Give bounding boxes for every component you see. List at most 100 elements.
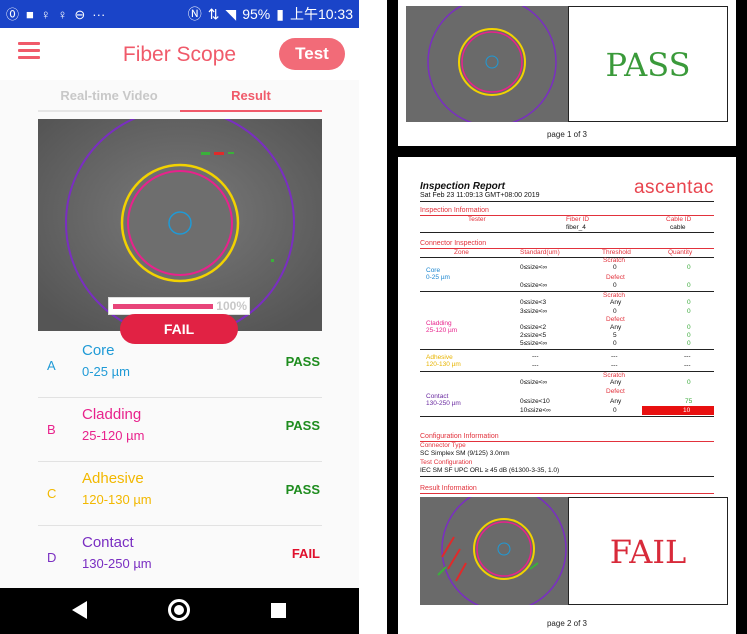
zone-row-contact[interactable]: D Contact 130-250 µm FAIL [38, 526, 322, 590]
contact-scratch-threshold: Any [610, 379, 622, 386]
zone-range: 120-130 µm [82, 492, 152, 507]
cladding-defect-qty-1: 0 [687, 324, 691, 331]
zone-status: PASS [285, 354, 320, 369]
quantity-header: Quantity [668, 249, 693, 256]
test-button[interactable]: Test [279, 38, 345, 70]
contact-zone-name: Contact [426, 393, 449, 400]
cladding-scratch-std-2: 3≤size<∞ [520, 308, 548, 315]
cladding-scratch-threshold-2: 0 [613, 308, 617, 315]
progress-label: 100% [216, 299, 247, 313]
adhesive-zone-range: 120-130 µm [426, 361, 461, 368]
cladding-scratch-std-1: 0≤size<3 [520, 299, 547, 306]
zone-range: 0-25 µm [82, 364, 130, 379]
battery-icon: ▮ [276, 5, 284, 22]
contact-defect-qty-1: 75 [685, 398, 693, 405]
cladding-defect-label: Defect [606, 316, 625, 323]
test-config-value: IEC SM SF UPC ORL ≥ 45 dB (61300-3-35, 1… [420, 467, 560, 474]
contact-scratch-std: 0≤size<∞ [520, 379, 548, 386]
recent-apps-icon[interactable] [271, 603, 286, 618]
contact-defect-threshold-2: 0 [613, 407, 617, 414]
core-scratch-threshold: 0 [613, 264, 617, 271]
page1-fiber-image [406, 6, 582, 122]
contact-defect-qty-2: 10 [683, 407, 691, 414]
test-config-label: Test Configuration [420, 459, 473, 466]
core-defect-std: 0≤size<∞ [520, 282, 548, 289]
tester-header: Tester [468, 216, 486, 223]
progress-bar: 100% [108, 297, 250, 315]
zone-header: Zone [454, 249, 469, 256]
cladding-defect-std-1: 0≤size<2 [520, 324, 547, 331]
battery-percent: 95% [242, 6, 271, 22]
cladding-defect-threshold-2: 5 [613, 332, 617, 339]
zone-letter: D [47, 550, 57, 565]
square-notification-icon: ■ [26, 6, 34, 22]
contact-defect-threshold-1: Any [610, 398, 622, 405]
zone-row-cladding[interactable]: B Cladding 25-120 µm PASS [38, 398, 322, 462]
wifi-icon: ⇅ [207, 5, 220, 22]
zone-letter: A [47, 358, 56, 373]
page2-number: page 2 of 3 [546, 619, 588, 628]
clock: 上午10:33 [289, 6, 353, 22]
cable-id-value: cable [670, 224, 686, 231]
cladding-defect-std-3: 5≤size<∞ [520, 340, 548, 347]
contact-zone-range: 130-250 µm [426, 400, 461, 407]
page2-fail-verdict: FAIL [568, 497, 728, 605]
report-page-1: PASS page 1 of 3 [398, 0, 736, 146]
zone-name: Core [82, 342, 115, 359]
zone-status: PASS [285, 482, 320, 497]
core-defect-threshold: 0 [613, 282, 617, 289]
cladding-defect-threshold-3: 0 [613, 340, 617, 347]
zone-name: Adhesive [82, 470, 144, 487]
core-scratch-std: 0≤size<∞ [520, 264, 548, 271]
adhesive-qty-2: --- [684, 362, 691, 369]
cladding-defect-qty-2: 0 [687, 332, 691, 339]
tab-result[interactable]: Result [180, 86, 322, 112]
zone-status: FAIL [291, 546, 320, 561]
cladding-scratch-qty-1: 0 [687, 299, 691, 306]
contact-defect-label: Defect [606, 388, 625, 395]
threshold-header: Threshold [602, 249, 631, 256]
do-not-disturb-icon: ⊖ [74, 6, 86, 22]
zone-range: 130-250 µm [82, 556, 152, 571]
zone-range: 25-120 µm [82, 428, 145, 443]
app-notification-icon: ⓪ [6, 6, 20, 22]
standard-header: Standard(um) [520, 249, 560, 256]
core-defect-label: Defect [606, 274, 625, 281]
report-date: Sat Feb 23 11:09:13 GMT+08:00 2019 [420, 192, 540, 199]
cladding-zone-range: 25-120 µm [426, 327, 458, 334]
cladding-defect-threshold-1: Any [610, 324, 622, 331]
back-icon[interactable] [72, 601, 87, 619]
cladding-zone-name: Cladding [426, 320, 452, 327]
home-icon[interactable] [168, 599, 190, 621]
report-viewer: PASS page 1 of 3 Inspection Report Sat F… [387, 0, 747, 634]
navigation-bar [0, 588, 359, 634]
tab-real-time-video[interactable]: Real-time Video [38, 86, 180, 112]
cladding-defect-qty-3: 0 [687, 340, 691, 347]
fiber-id-header: Fiber ID [566, 216, 590, 223]
adhesive-zone-name: Adhesive [426, 354, 453, 361]
more-icon: ··· [92, 6, 106, 22]
tab-bar: Real-time Video Result [38, 86, 322, 112]
core-scratch-qty: 0 [687, 264, 691, 271]
connector-type-value: SC Simplex SM (9/125) 3.0mm [420, 450, 510, 457]
zone-row-adhesive[interactable]: C Adhesive 120-130 µm PASS [38, 462, 322, 526]
report-title: Inspection Report [420, 181, 506, 192]
zone-letter: B [47, 422, 56, 437]
zone-name: Contact [82, 534, 134, 551]
contact-defect-std-1: 0≤size<10 [520, 398, 550, 405]
adhesive-qty-1: --- [684, 353, 691, 360]
fiber-id-value: fiber_4 [566, 224, 586, 231]
inspection-info-heading: Inspection Information [420, 207, 489, 214]
connector-inspection-heading: Connector Inspection [420, 240, 487, 247]
zone-row-core[interactable]: A Core 0-25 µm PASS [38, 334, 322, 398]
cladding-scratch-threshold-1: Any [610, 299, 622, 306]
status-bar: ⓪ ■ ♀ ♀ ⊖ ··· Ⓝ ⇅ ◥ 95% ▮ 上午10:33 [0, 0, 359, 28]
contact-scratch-label: Scratch [603, 372, 626, 379]
ascentac-logo: ascentac [633, 177, 714, 198]
report-page-2: Inspection Report Sat Feb 23 11:09:13 GM… [398, 157, 736, 634]
core-zone-name: Core [426, 267, 441, 274]
contact-defect-std-2: 10≤size<∞ [520, 407, 551, 414]
bulb-icon: ♀ [40, 6, 51, 22]
core-scratch-label: Scratch [603, 257, 626, 264]
signal-icon: ◥ [225, 5, 237, 22]
